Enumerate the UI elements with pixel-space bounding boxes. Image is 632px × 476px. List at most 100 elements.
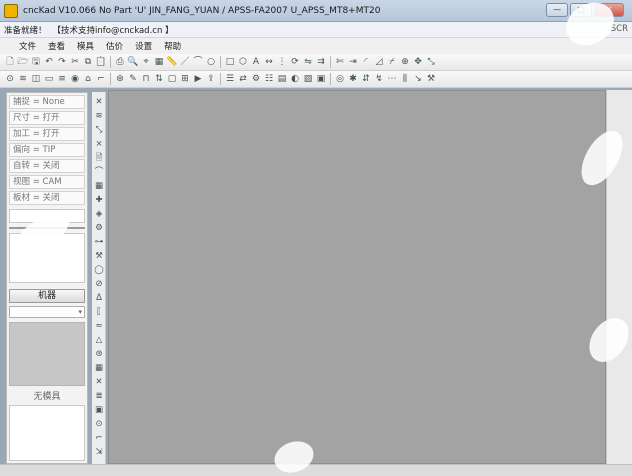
punch-icon[interactable]: ⊙ [93, 418, 105, 430]
machining-setting[interactable]: 加工 = 打开 [9, 127, 85, 141]
menu-tools[interactable]: 模具 [72, 39, 99, 53]
clamp-icon[interactable]: ⊓ [140, 73, 152, 85]
mirror-icon[interactable]: ⇋ [302, 56, 314, 68]
machine-select[interactable]: ▾ [9, 306, 85, 318]
cross-hatch-icon[interactable]: ⨯ [93, 138, 105, 150]
autorotate-setting[interactable]: 自转 = 关闭 [9, 159, 85, 173]
align-icon[interactable]: ≣ [93, 390, 105, 402]
menu-view[interactable]: 查看 [43, 39, 70, 53]
hatch-icon[interactable]: ▨ [302, 73, 314, 85]
bend-icon[interactable]: ⌐ [95, 73, 107, 85]
minimize-button[interactable]: — [546, 3, 568, 17]
hatch-icon[interactable]: ≋ [93, 110, 105, 122]
text-icon[interactable]: A [250, 56, 262, 68]
repos-icon[interactable]: ⇅ [153, 73, 165, 85]
simulate-icon[interactable]: ▶ [192, 73, 204, 85]
open-icon[interactable]: 🗁 [17, 56, 29, 68]
lead-icon[interactable]: ↘ [412, 73, 424, 85]
cut-icon[interactable]: ✂ [69, 56, 81, 68]
inspect-icon[interactable]: ◎ [334, 73, 346, 85]
emboss-icon[interactable]: ◉ [69, 73, 81, 85]
polygon-icon[interactable]: ⬡ [237, 56, 249, 68]
sheet-icon[interactable]: ▢ [166, 73, 178, 85]
triangle-icon[interactable]: △ [93, 334, 105, 346]
fillet-icon[interactable]: ◜ [360, 56, 372, 68]
macro-icon[interactable]: ⚙ [250, 73, 262, 85]
chamfer-icon[interactable]: ◿ [373, 56, 385, 68]
a-icon[interactable]: ᐃ [93, 292, 105, 304]
copy-icon[interactable]: ⧉ [82, 56, 94, 68]
bracket-icon[interactable]: ⟦ [93, 306, 105, 318]
line-icon[interactable]: ⤡ [93, 124, 105, 136]
microjoint-icon[interactable]: ⋯ [386, 73, 398, 85]
measure-icon[interactable]: 📏 [166, 56, 178, 68]
move-icon[interactable]: ✥ [412, 56, 424, 68]
punch-icon[interactable]: ⊙ [4, 73, 16, 85]
view-setting[interactable]: 视图 = CAM [9, 175, 85, 189]
layers-icon[interactable]: ▤ [276, 73, 288, 85]
drill-icon[interactable]: ⊛ [93, 348, 105, 360]
sort-icon[interactable]: ⇵ [360, 73, 372, 85]
end-icon[interactable]: ⇲ [93, 446, 105, 458]
redo-icon[interactable]: ↷ [56, 56, 68, 68]
contour-icon[interactable]: ◫ [30, 73, 42, 85]
sheet-setting[interactable]: 板材 = 关闭 [9, 191, 85, 205]
trim-icon[interactable]: ✄ [334, 56, 346, 68]
undo-icon[interactable]: ↶ [43, 56, 55, 68]
common-cut-icon[interactable]: ⫼ [399, 73, 411, 85]
paste-icon[interactable]: 📋 [95, 56, 107, 68]
menu-file[interactable]: 文件 [14, 39, 41, 53]
tap-icon[interactable]: ⊛ [114, 73, 126, 85]
settings-icon[interactable]: ⚒ [425, 73, 437, 85]
new-icon[interactable]: 🗋 [4, 56, 16, 68]
arc-icon[interactable]: ⌒ [192, 56, 204, 68]
menu-help[interactable]: 帮助 [159, 39, 186, 53]
arc-icon[interactable]: ⌒ [93, 166, 105, 178]
wave-icon[interactable]: ≈ [93, 320, 105, 332]
line-icon[interactable]: ／ [179, 56, 191, 68]
report-icon[interactable]: ☰ [224, 73, 236, 85]
gear-icon[interactable]: ⚙ [93, 222, 105, 234]
circle-icon[interactable]: ○ [205, 56, 217, 68]
dnc-icon[interactable]: ⇄ [237, 73, 249, 85]
dimension-setting[interactable]: 尺寸 = 打开 [9, 111, 85, 125]
marking-icon[interactable]: ✎ [127, 73, 139, 85]
path-icon[interactable]: ↯ [373, 73, 385, 85]
machine-button[interactable]: 机器 [9, 289, 85, 303]
extend-icon[interactable]: ⇥ [347, 56, 359, 68]
snap-setting[interactable]: 捕捉 = None [9, 95, 85, 109]
offset-setting[interactable]: 偏向 = TIP [9, 143, 85, 157]
print-icon[interactable]: ⎙ [114, 56, 126, 68]
dimension-icon[interactable]: ↔ [263, 56, 275, 68]
circle-icon[interactable]: ◯ [93, 264, 105, 276]
menu-settings[interactable]: 设置 [130, 39, 157, 53]
shapes-icon[interactable]: ◈ [93, 208, 105, 220]
block-icon[interactable]: ▣ [315, 73, 327, 85]
measure-icon[interactable]: ⊶ [93, 236, 105, 248]
form-icon[interactable]: ⌂ [82, 73, 94, 85]
edge-icon[interactable]: ⌐ [93, 432, 105, 444]
save-icon[interactable]: 🖫 [30, 56, 42, 68]
plus-icon[interactable]: ✚ [93, 194, 105, 206]
options-icon[interactable]: ☷ [263, 73, 275, 85]
array-icon[interactable]: ⋮ [276, 56, 288, 68]
drawing-canvas[interactable] [108, 90, 606, 464]
post-icon[interactable]: ⇪ [205, 73, 217, 85]
fill-icon[interactable]: ▦ [93, 180, 105, 192]
rotate-icon[interactable]: ⟳ [289, 56, 301, 68]
grid-icon[interactable]: ▦ [153, 56, 165, 68]
color-icon[interactable]: ◐ [289, 73, 301, 85]
drill-icon[interactable]: ✱ [347, 73, 359, 85]
menu-estimate[interactable]: 估价 [101, 39, 128, 53]
rect-icon[interactable]: □ [224, 56, 236, 68]
nibble-icon[interactable]: ≋ [17, 73, 29, 85]
doc-icon[interactable]: 🗎 [93, 152, 105, 164]
cross-icon[interactable]: ✕ [93, 96, 105, 108]
zoom-icon[interactable]: 🔍 [127, 56, 139, 68]
snap-icon[interactable]: ⌖ [140, 56, 152, 68]
break-icon[interactable]: ⌿ [386, 56, 398, 68]
panel-icon[interactable]: ▣ [93, 404, 105, 416]
scale-icon[interactable]: ⤡ [425, 56, 437, 68]
offset-icon[interactable]: ⇉ [315, 56, 327, 68]
nest-icon[interactable]: ⊞ [179, 73, 191, 85]
